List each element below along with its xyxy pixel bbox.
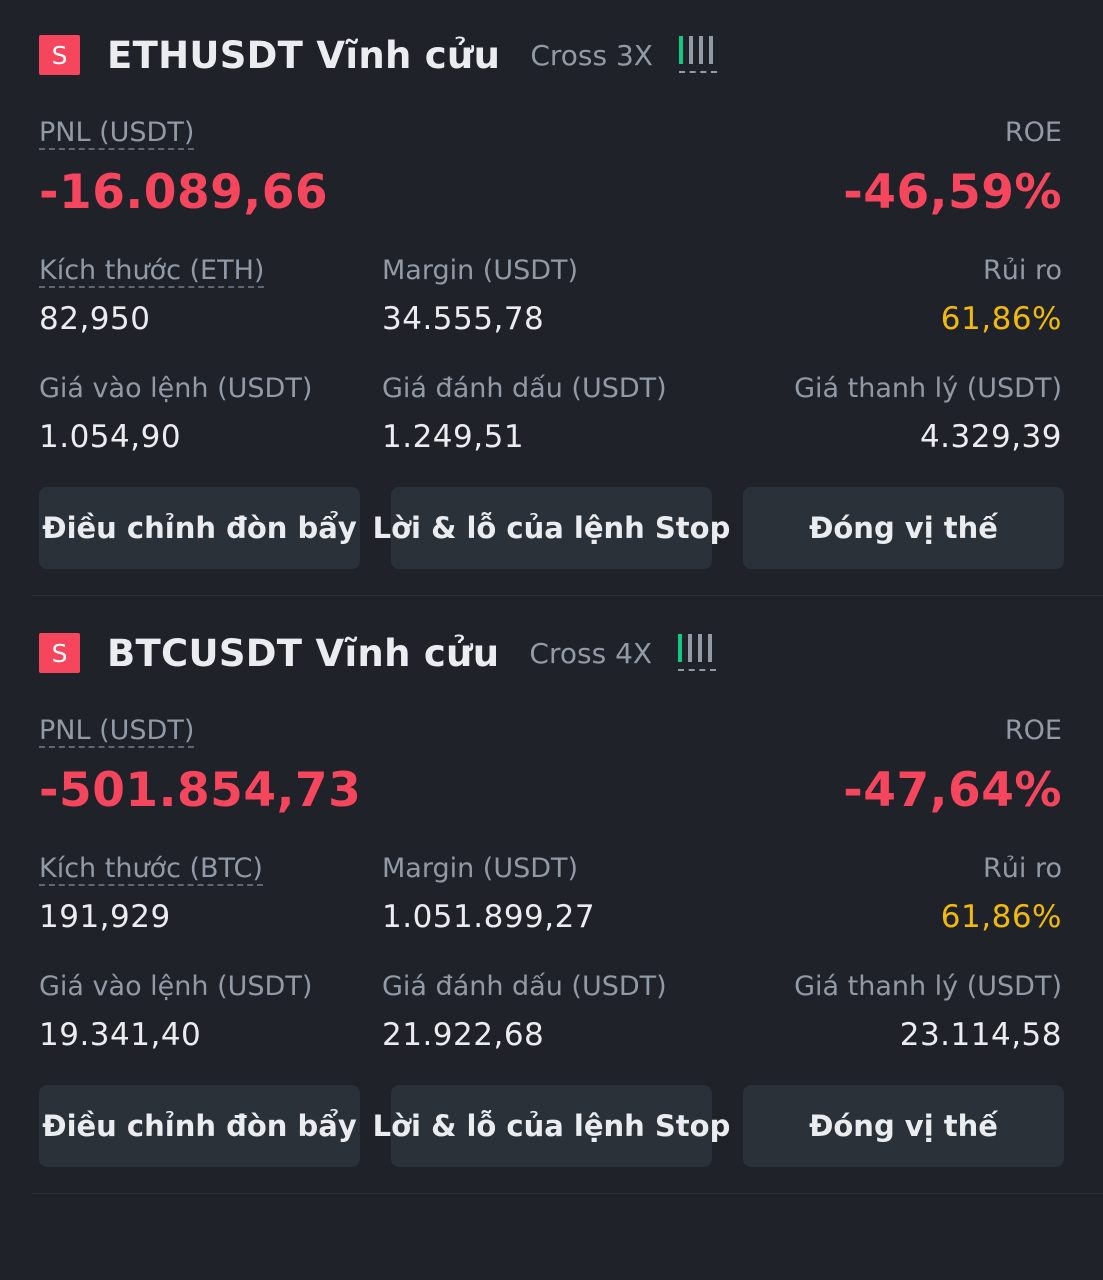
liq-price-value: 23.114,58	[899, 1017, 1062, 1053]
mark-price-value: 21.922,68	[382, 1017, 545, 1053]
margin-mode-leverage[interactable]: Cross 3X	[530, 39, 653, 72]
short-side-badge: S	[39, 633, 80, 673]
pnl-label[interactable]: PNL (USDT)	[39, 717, 195, 748]
signal-strength-icon[interactable]	[678, 634, 717, 672]
entry-price-label: Giá vào lệnh (USDT)	[39, 373, 313, 404]
signal-strength-icon[interactable]	[678, 36, 717, 74]
margin-label: Margin (USDT)	[382, 255, 579, 286]
position-header: S BTCUSDT Vĩnh cửu Cross 4X	[39, 632, 717, 675]
adjust-leverage-button[interactable]: Điều chỉnh đòn bẩy	[39, 1085, 360, 1167]
roe-value: -47,64%	[843, 763, 1062, 818]
size-value: 82,950	[39, 301, 151, 337]
roe-label: ROE	[1004, 117, 1062, 148]
margin-mode-leverage[interactable]: Cross 4X	[529, 637, 652, 670]
position-header: S ETHUSDT Vĩnh cửu Cross 3X	[39, 34, 717, 77]
liq-price-label: Giá thanh lý (USDT)	[794, 373, 1062, 404]
tp-sl-button[interactable]: Lời & lỗ của lệnh Stop	[373, 1085, 730, 1167]
position-card-btc: S BTCUSDT Vĩnh cửu Cross 4X PNL (USDT) R…	[0, 598, 1103, 1196]
liq-price-value: 4.329,39	[919, 419, 1062, 455]
mark-price-label: Giá đánh dấu (USDT)	[382, 373, 667, 404]
size-value: 191,929	[39, 899, 171, 935]
short-side-badge: S	[39, 35, 80, 75]
liq-price-label: Giá thanh lý (USDT)	[794, 971, 1062, 1002]
risk-label: Rủi ro	[983, 853, 1062, 884]
symbol-name[interactable]: ETHUSDT Vĩnh cửu	[107, 34, 500, 77]
position-card-eth: S ETHUSDT Vĩnh cửu Cross 3X PNL (USDT) R…	[0, 0, 1103, 598]
pnl-label[interactable]: PNL (USDT)	[39, 119, 195, 150]
divider	[32, 595, 1103, 596]
pnl-value: -501.854,73	[39, 763, 362, 818]
tp-sl-button[interactable]: Lời & lỗ của lệnh Stop	[373, 487, 730, 569]
margin-value: 34.555,78	[382, 301, 545, 337]
roe-label: ROE	[1004, 715, 1062, 746]
size-label[interactable]: Kích thước (ETH)	[39, 257, 265, 288]
mark-price-label: Giá đánh dấu (USDT)	[382, 971, 667, 1002]
pnl-value: -16.089,66	[39, 165, 329, 220]
margin-value: 1.051.899,27	[382, 899, 596, 935]
divider	[32, 1193, 1103, 1194]
entry-price-label: Giá vào lệnh (USDT)	[39, 971, 313, 1002]
margin-label: Margin (USDT)	[382, 853, 579, 884]
risk-value: 61,86%	[940, 301, 1062, 337]
risk-label: Rủi ro	[983, 255, 1062, 286]
roe-value: -46,59%	[843, 165, 1062, 220]
adjust-leverage-button[interactable]: Điều chỉnh đòn bẩy	[39, 487, 360, 569]
size-label[interactable]: Kích thước (BTC)	[39, 855, 263, 886]
symbol-name[interactable]: BTCUSDT Vĩnh cửu	[107, 632, 499, 675]
close-position-button[interactable]: Đóng vị thế	[743, 1085, 1064, 1167]
close-position-button[interactable]: Đóng vị thế	[743, 487, 1064, 569]
entry-price-value: 1.054,90	[39, 419, 182, 455]
mark-price-value: 1.249,51	[382, 419, 525, 455]
entry-price-value: 19.341,40	[39, 1017, 202, 1053]
risk-value: 61,86%	[940, 899, 1062, 935]
